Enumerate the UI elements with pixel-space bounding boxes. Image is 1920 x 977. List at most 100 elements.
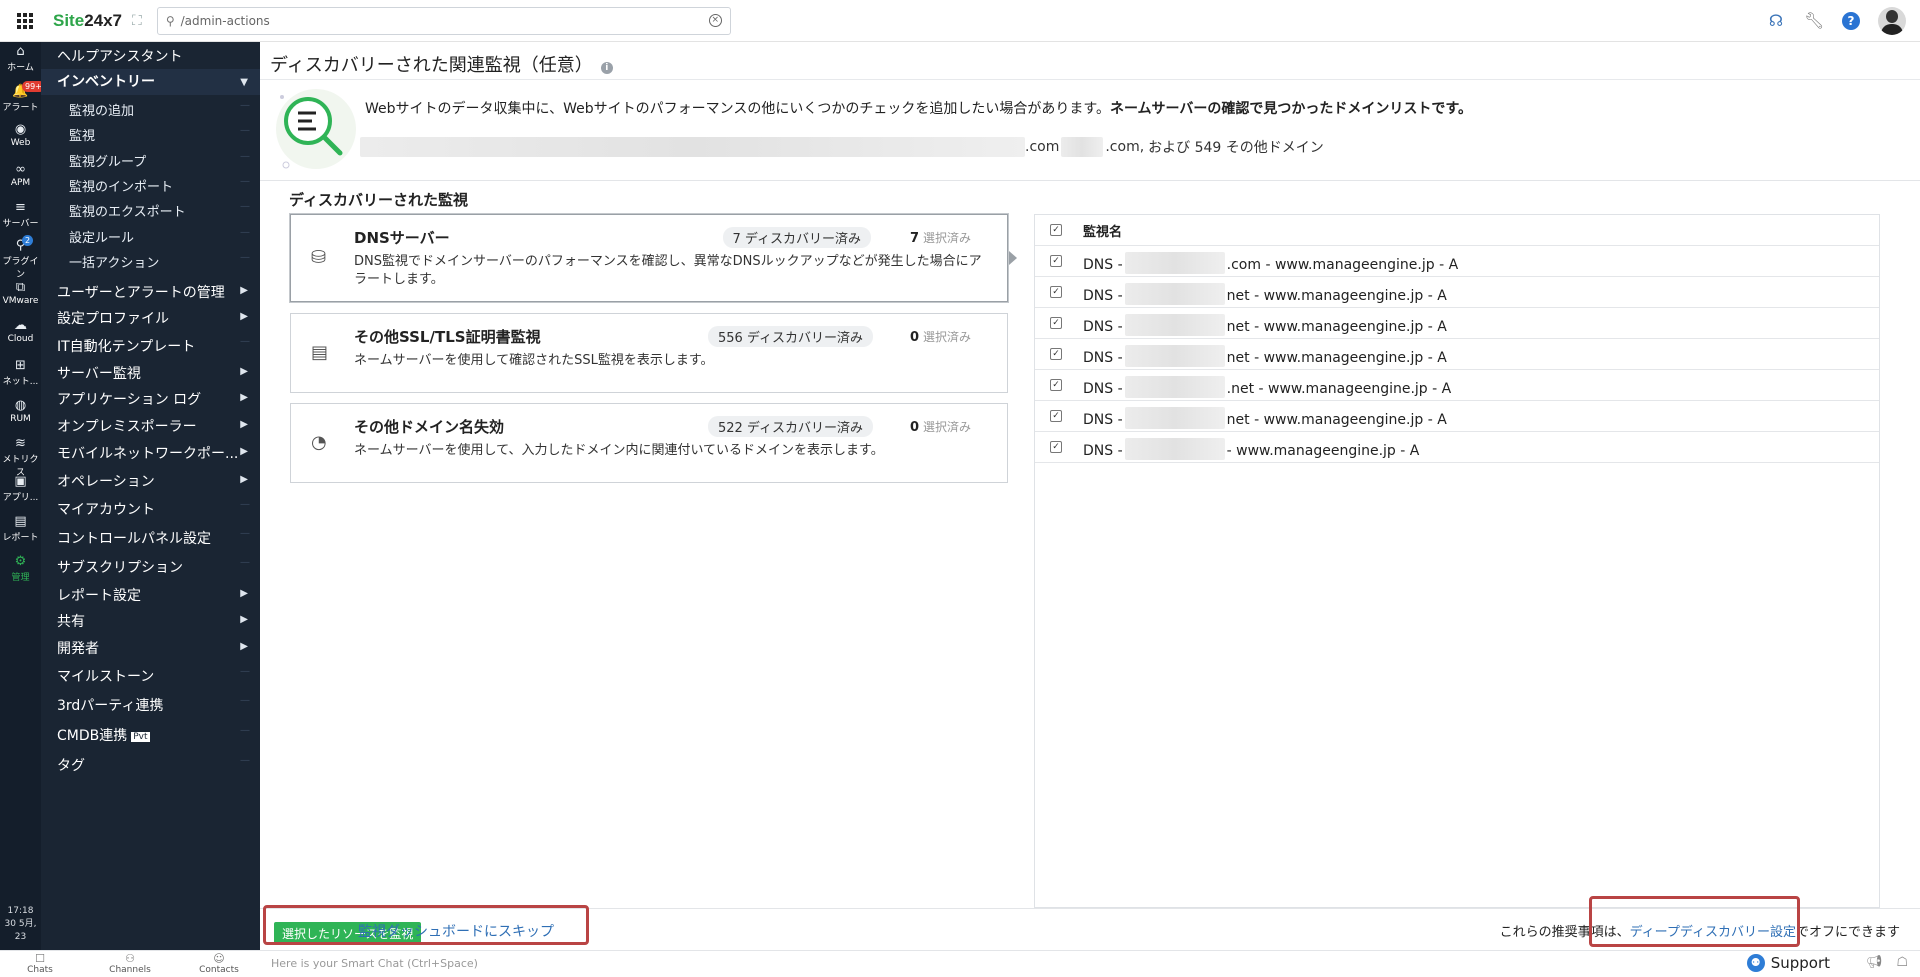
menu-item[interactable]: レポート設定 ▶ <box>41 585 260 605</box>
rail-item-7[interactable]: ☁ Cloud <box>0 318 41 344</box>
brand-logo[interactable]: Site24x7 <box>53 11 122 31</box>
contacts-button[interactable]: ☺ Contacts <box>184 953 254 976</box>
monitor-row[interactable]: ✓ DNS - net - www.manageengine.jp - A <box>1035 308 1879 339</box>
discovery-card[interactable]: ▤ その他SSL/TLS証明書監視 ネームサーバーを使用して確認されたSSL監視を表… <box>290 313 1008 393</box>
submenu-item[interactable]: 監視のインポート — <box>41 176 260 195</box>
card-pointer <box>1009 251 1017 265</box>
monitor-row[interactable]: ✓ DNS - net - www.manageengine.jp - A <box>1035 339 1879 370</box>
monitor-prefix: DNS - <box>1083 443 1123 459</box>
menu-label: 設定プロファイル <box>57 311 169 327</box>
monitor-row[interactable]: ✓ DNS - .net - www.manageengine.jp - A <box>1035 370 1879 401</box>
section-title: ディスカバリーされた監視 <box>289 191 468 209</box>
rail-item-0[interactable]: ⌂ ホーム <box>0 44 41 73</box>
menu-item[interactable]: マイルストーン — <box>41 666 260 686</box>
menu-item[interactable]: マイアカウント — <box>41 499 260 519</box>
rail-item-4[interactable]: ≡ サーバー <box>0 200 41 229</box>
menu-item[interactable]: オペレーション ▶ <box>41 471 260 491</box>
menu-item[interactable]: IT自動化テンプレート — <box>41 336 260 356</box>
announcement-icon[interactable]: ☊ <box>1766 11 1786 31</box>
row-checkbox[interactable]: ✓ <box>1050 317 1062 329</box>
rail-item-3[interactable]: ∞ APM <box>0 162 41 188</box>
redacted-domain <box>1124 345 1225 367</box>
rail-item-8[interactable]: ⊞ ネット... <box>0 358 41 387</box>
card-description: DNS監視でドメインサーバーのパフォーマンスを確認し、異常なDNSルックアップな… <box>354 254 982 287</box>
selected-count: 7 選択済み <box>910 229 971 246</box>
select-all-checkbox[interactable]: ✓ <box>1050 224 1062 236</box>
card-description: ネームサーバーを使用して、入力したドメイン内に関連付いているドメインを表示します… <box>354 443 884 458</box>
menu-item-inventory[interactable]: インベントリー ▼ <box>41 69 260 95</box>
menu-label: 3rdパーティ連携 <box>57 698 164 714</box>
highlight-box <box>263 905 589 945</box>
menu-item[interactable]: タグ — <box>41 755 260 775</box>
menu-item-help[interactable]: ヘルプアシスタント <box>41 46 260 66</box>
chevron-right-icon: ▶ <box>240 311 248 322</box>
dash-icon: — <box>240 557 250 568</box>
redacted-domain <box>1061 137 1104 157</box>
menu-item[interactable]: 開発者 ▶ <box>41 638 260 658</box>
discovery-card[interactable]: ⛁ DNSサーバー DNS監視でドメインサーバーのパフォーマンスを確認し、異常なDN… <box>290 214 1017 302</box>
help-icon[interactable]: ? <box>1842 12 1860 30</box>
submenu-item[interactable]: 監視 — <box>41 125 260 144</box>
search-input[interactable]: ⚲ /admin-actions × <box>156 6 731 35</box>
monitor-row[interactable]: ✓ DNS - - www.manageengine.jp - A <box>1035 432 1879 463</box>
wrench-icon[interactable]: 🔧︎ <box>1804 11 1824 31</box>
rail-item-9[interactable]: ◍ RUM <box>0 398 41 424</box>
chevron-right-icon: ▶ <box>240 588 248 599</box>
monitor-prefix: DNS - <box>1083 350 1123 366</box>
row-checkbox[interactable]: ✓ <box>1050 348 1062 360</box>
menu-item[interactable]: サーバー監視 ▶ <box>41 363 260 383</box>
monitor-row[interactable]: ✓ DNS - .com - www.manageengine.jp - A <box>1035 246 1879 277</box>
rail-item-5[interactable]: ⚲ 2 プラグイン <box>0 235 41 280</box>
row-checkbox[interactable]: ✓ <box>1050 441 1062 453</box>
gear-icon: ⚙ <box>14 554 27 569</box>
menu-item[interactable]: CMDB連携 Pvt — <box>41 725 260 745</box>
menu-item[interactable]: 3rdパーティ連携 — <box>41 695 260 715</box>
row-checkbox[interactable]: ✓ <box>1050 410 1062 422</box>
smart-chat-input[interactable]: Here is your Smart Chat (Ctrl+Space) <box>271 957 478 970</box>
dns-icon: ⛁ <box>311 247 327 268</box>
chats-button[interactable]: ☐ Chats <box>5 953 75 976</box>
discovery-card[interactable]: ◔ その他ドメイン名失効 ネームサーバーを使用して、入力したドメイン内に関連付いてい… <box>290 403 1008 483</box>
row-checkbox[interactable]: ✓ <box>1050 255 1062 267</box>
submenu-item[interactable]: 監視の追加 — <box>41 100 260 119</box>
menu-item[interactable]: コントロールパネル設定 — <box>41 528 260 548</box>
rail-item-2[interactable]: ◉ Web <box>0 122 41 148</box>
menu-item[interactable]: アプリケーション ログ ▶ <box>41 389 260 409</box>
info-icon[interactable]: i <box>600 62 613 74</box>
monitor-name: DNS - - www.manageengine.jp - A <box>1083 438 1419 460</box>
rail-item-10[interactable]: ≋ メトリクス <box>0 436 41 478</box>
chevron-right-icon: ▶ <box>240 641 248 652</box>
channels-button[interactable]: ⚇ Channels <box>95 953 165 976</box>
menu-item[interactable]: サブスクリプション — <box>41 557 260 577</box>
monitor-row[interactable]: ✓ DNS - net - www.manageengine.jp - A <box>1035 401 1879 432</box>
notification-icon[interactable]: ☖ <box>1896 955 1908 970</box>
submenu-item[interactable]: 監視のエクスポート — <box>41 201 260 220</box>
support-button[interactable]: ⚉ Support <box>1746 954 1830 972</box>
menu-item[interactable]: 設定プロファイル ▶ <box>41 308 260 328</box>
rail-item-12[interactable]: ▤ レポート <box>0 514 41 543</box>
monitor-row[interactable]: ✓ DNS - net - www.manageengine.jp - A <box>1035 277 1879 308</box>
menu-item[interactable]: オンプレミスポーラー ▶ <box>41 416 260 436</box>
dash-icon: — <box>240 528 250 539</box>
rail-item-1[interactable]: 🔔 99+ アラート <box>0 81 45 113</box>
app-grid-icon[interactable] <box>17 12 33 29</box>
rail-item-11[interactable]: ▣ アプリ... <box>0 474 41 503</box>
rail-item-label: アラート <box>2 103 39 113</box>
megaphone-icon[interactable]: 📢︎ <box>1866 955 1883 970</box>
rail-item-13[interactable]: ⚙ 管理 <box>0 554 41 583</box>
rail-item-6[interactable]: ⧉ VMware <box>0 280 41 306</box>
submenu-item[interactable]: 監視グループ — <box>41 151 260 170</box>
row-checkbox[interactable]: ✓ <box>1050 379 1062 391</box>
menu-label: タグ <box>57 758 85 774</box>
clear-search-icon[interactable]: × <box>708 14 722 27</box>
menu-item[interactable]: モバイルネットワークポー... ▶ <box>41 443 260 463</box>
row-checkbox[interactable]: ✓ <box>1050 286 1062 298</box>
menu-item[interactable]: 共有 ▶ <box>41 611 260 631</box>
menu-item[interactable]: ユーザーとアラートの管理 ▶ <box>41 282 260 302</box>
submenu-item[interactable]: 設定ルール — <box>41 227 260 246</box>
avatar[interactable] <box>1878 7 1906 35</box>
submenu-item[interactable]: 一括アクション — <box>41 252 260 271</box>
search-icon: ⚲ <box>165 13 175 28</box>
card-title: DNSサーバー <box>354 229 450 247</box>
expand-icon[interactable]: ⛶ <box>132 13 142 29</box>
